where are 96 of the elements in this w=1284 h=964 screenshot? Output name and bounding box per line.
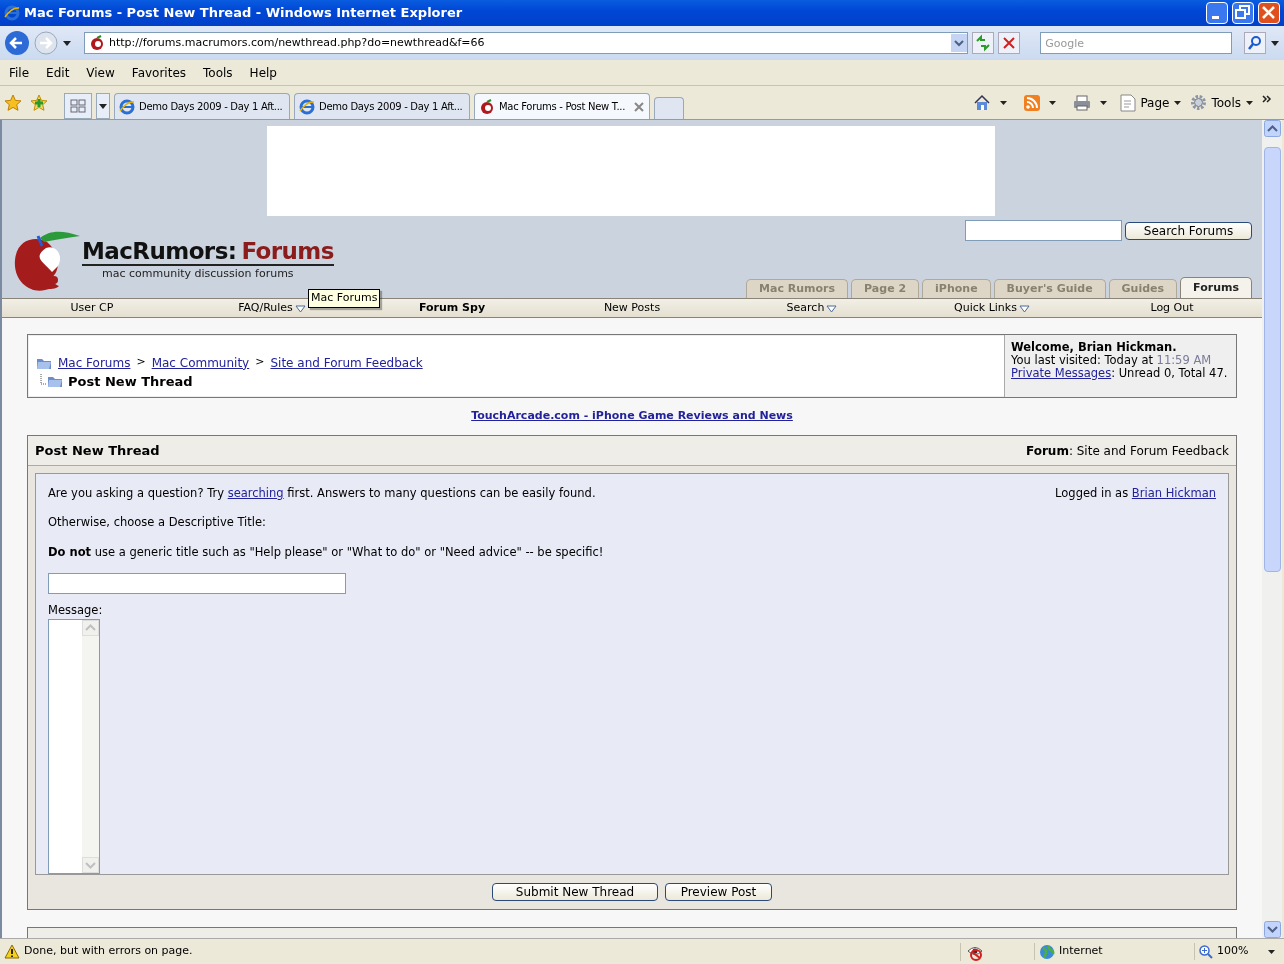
site-tab[interactable]: Forums	[1180, 277, 1252, 298]
scroll-thumb[interactable]	[1263, 147, 1281, 572]
page-heading: Post New Thread	[68, 372, 193, 391]
tooltip: Mac Forums	[308, 289, 381, 308]
sponsor-link[interactable]: TouchArcade.com - iPhone Game Reviews and News	[471, 408, 793, 425]
menu-item[interactable]: View	[86, 63, 115, 82]
zoom-icon	[1199, 944, 1213, 959]
caret-icon	[1267, 947, 1276, 956]
message-field[interactable]	[48, 619, 100, 874]
dropdown-icon	[1018, 303, 1030, 313]
add-favorite-icon[interactable]	[30, 93, 48, 112]
print-icon[interactable]	[1073, 94, 1092, 111]
menu-item[interactable]: Help	[249, 63, 277, 82]
status-text: Done, but with errors on page.	[24, 943, 193, 960]
scroll-up-icon	[82, 620, 99, 636]
rss-icon[interactable]	[1024, 94, 1041, 111]
home-icon[interactable]	[973, 93, 992, 112]
browser-tab[interactable]: Demo Days 2009 - Day 1 Aft...	[294, 93, 470, 119]
form-button[interactable]: Submit New Thread	[492, 883, 658, 901]
messages-text: Private Messages: Unread 0, Total 47.	[1011, 367, 1229, 380]
search-field[interactable]	[965, 220, 1122, 241]
window-title: Mac Forums - Post New Thread - Windows Internet Explorer	[24, 4, 464, 23]
logo-text: Forums	[241, 239, 334, 263]
prompt-text: Otherwise, choose a Descriptive Title:	[48, 514, 267, 532]
gear-icon	[1190, 94, 1208, 111]
scroll-up-icon	[1263, 120, 1281, 137]
caret-icon[interactable]	[62, 38, 72, 48]
caret-icon[interactable]	[1270, 38, 1280, 48]
nav-link[interactable]: Log Out	[1082, 299, 1262, 317]
dropdown-icon	[951, 34, 968, 52]
ie-logo-icon	[299, 98, 315, 115]
zone-text: Internet	[1059, 943, 1103, 960]
caret-icon	[1173, 98, 1183, 107]
scroll-down-icon	[1263, 921, 1281, 938]
address-field[interactable]: http://forums.macrumors.com/newthread.php?do=newthread&f=66	[84, 32, 969, 54]
user-link[interactable]: Brian Hickman	[1131, 486, 1216, 500]
logged-in-text: Logged in as Brian Hickman	[1055, 485, 1216, 502]
chevron-icon[interactable]	[1262, 93, 1272, 104]
close-icon	[633, 100, 645, 113]
forum-label: Forum: Site and Forum Feedback	[1025, 442, 1229, 460]
breadcrumb-separator: >	[136, 354, 146, 371]
breadcrumb-link[interactable]: Site and Forum Feedback	[270, 353, 423, 372]
breadcrumb-separator: >	[255, 354, 265, 371]
title-field[interactable]	[48, 572, 346, 594]
form-button[interactable]: Preview Post	[665, 883, 772, 901]
caret-icon[interactable]	[1099, 98, 1109, 107]
search-field[interactable]: Google	[1040, 32, 1232, 54]
folder-tree-icon	[40, 374, 64, 389]
menu-item[interactable]: File	[9, 63, 30, 82]
privacy-icon[interactable]	[960, 942, 984, 961]
star-icon[interactable]	[4, 93, 22, 112]
browser-tab[interactable]: Mac Forums - Post New T...	[474, 93, 650, 119]
close-icon[interactable]	[1258, 2, 1280, 24]
nav-link[interactable]: Search	[722, 299, 902, 317]
search-icon[interactable]	[1244, 32, 1266, 54]
last-visited-text: You last visited: Today at 11:59 AM	[1011, 354, 1213, 367]
browser-tab[interactable]: Demo Days 2009 - Day 1 Aft...	[114, 93, 290, 119]
menu-item[interactable]: Favorites	[131, 63, 187, 82]
warning-text: Do not use a generic title such as "Help please" or "What to do" or "Need advice" -- be specific!	[48, 543, 605, 561]
panel-title: Post New Thread	[35, 441, 160, 460]
menu-item[interactable]: Tools	[203, 63, 233, 82]
caret-icon[interactable]	[1048, 98, 1058, 107]
breadcrumb-link[interactable]: Mac Community	[151, 353, 250, 372]
dropdown-icon	[826, 303, 838, 313]
page-menu[interactable]: Page	[1120, 93, 1183, 112]
logo-text: MacRumors:	[82, 239, 237, 263]
caret-icon[interactable]	[999, 98, 1009, 107]
page-icon	[1120, 93, 1137, 112]
globe-icon	[1039, 943, 1055, 960]
apple-icon	[479, 98, 495, 115]
tab-list-icon[interactable]	[96, 93, 110, 119]
logo-tagline: mac community discussion forums	[102, 265, 294, 282]
ie-logo-icon	[4, 5, 20, 21]
nav-link[interactable]: User CP	[2, 299, 182, 317]
welcome-text: Welcome, Brian Hickman.	[1011, 341, 1178, 354]
back-icon[interactable]	[4, 30, 30, 56]
refresh-icon[interactable]	[972, 32, 995, 54]
message-label: Message:	[48, 601, 104, 619]
breadcrumb-link[interactable]: Mac Forums	[58, 353, 131, 372]
warning-icon	[4, 944, 20, 959]
stop-icon[interactable]	[998, 32, 1021, 54]
apple-icon	[89, 35, 105, 51]
ie-logo-icon	[119, 98, 135, 115]
intro-text: Are you asking a question? Try searching first. Answers to many questions can be easily found.	[48, 485, 596, 502]
search-link[interactable]: searching	[227, 486, 284, 500]
dropdown-icon	[294, 303, 306, 313]
nav-link[interactable]: Quick Links	[902, 299, 1082, 317]
zoom-control[interactable]: 100%	[1194, 943, 1284, 960]
search-button[interactable]: Search Forums	[1125, 222, 1252, 240]
tools-menu[interactable]: Tools	[1190, 93, 1254, 112]
nav-link[interactable]: New Posts	[542, 299, 722, 317]
caret-icon	[1245, 98, 1254, 107]
scrollbar[interactable]	[1262, 120, 1282, 938]
restore-icon[interactable]	[1232, 2, 1254, 24]
menu-item[interactable]: Edit	[46, 63, 70, 82]
minimize-icon[interactable]	[1206, 2, 1228, 24]
